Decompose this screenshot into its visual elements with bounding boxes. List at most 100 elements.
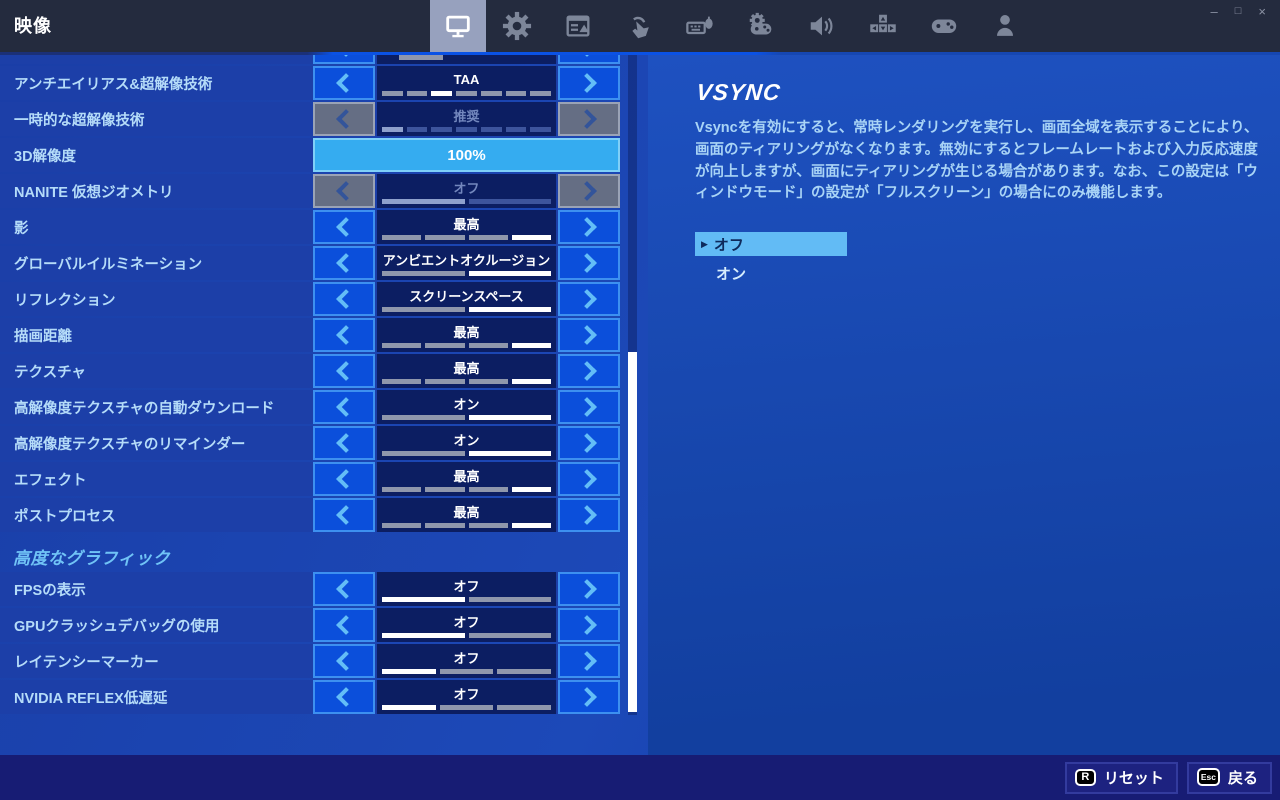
minimize-icon[interactable]: – [1211, 5, 1218, 18]
setting-value-box[interactable] [377, 55, 556, 64]
back-button[interactable]: Esc 戻る [1187, 762, 1272, 794]
chevron-right-icon [577, 181, 597, 201]
segment [456, 127, 477, 132]
increase-button[interactable] [558, 66, 620, 100]
tab-input[interactable] [852, 0, 913, 52]
increase-button[interactable] [558, 55, 620, 64]
close-icon[interactable]: × [1258, 5, 1266, 18]
tab-interface[interactable] [547, 0, 608, 52]
tab-game-settings[interactable] [486, 0, 547, 52]
setting-label: ポストプロセス [0, 498, 313, 532]
tab-controller[interactable] [913, 0, 974, 52]
maximize-icon[interactable]: □ [1235, 5, 1242, 18]
decrease-button[interactable] [313, 498, 375, 532]
increase-button[interactable] [558, 318, 620, 352]
decrease-button[interactable] [313, 462, 375, 496]
increase-button[interactable] [558, 608, 620, 642]
setting-row: 描画距離 最高 [0, 318, 620, 352]
increase-button[interactable] [558, 282, 620, 316]
vsync-option-selected[interactable]: ▶ オフ [695, 232, 847, 256]
setting-value-box[interactable]: 最高 [377, 318, 556, 352]
value-segments [382, 307, 551, 312]
segment [512, 523, 551, 528]
setting-value: オフ [377, 644, 556, 669]
decrease-button[interactable] [313, 282, 375, 316]
setting-value-box[interactable]: オン [377, 390, 556, 424]
setting-value-box[interactable]: オフ [377, 680, 556, 714]
increase-button[interactable] [558, 644, 620, 678]
segment [382, 451, 465, 456]
increase-button[interactable] [558, 390, 620, 424]
segment [481, 127, 502, 132]
segment [382, 235, 421, 240]
segment [425, 343, 464, 348]
setting-value-box[interactable]: 最高 [377, 498, 556, 532]
decrease-button[interactable] [313, 55, 375, 64]
setting-value-box[interactable]: TAA [377, 66, 556, 100]
decrease-button [313, 174, 375, 208]
setting-value: TAA [377, 66, 556, 91]
tab-account[interactable] [974, 0, 1035, 52]
setting-row: GPUクラッシュデバッグの使用 オフ [0, 608, 620, 642]
increase-button [558, 102, 620, 136]
setting-value-box[interactable]: スクリーンスペース [377, 282, 556, 316]
setting-value-box[interactable]: オン [377, 426, 556, 460]
reset-button[interactable]: R リセット [1065, 762, 1178, 794]
segment [382, 415, 465, 420]
setting-value-box[interactable]: 最高 [377, 210, 556, 244]
tab-keyboard-mouse[interactable] [669, 0, 730, 52]
chevron-right-icon [577, 579, 597, 599]
video-settings-screen: 映像 – □ × アンチエイリアス&超解像技術 TAA 一時的な超解像技術 推奨… [0, 0, 1280, 800]
increase-button[interactable] [558, 572, 620, 606]
chevron-left-icon [336, 433, 356, 453]
segment [469, 523, 508, 528]
chevron-left-icon [336, 397, 356, 417]
selected-marker-icon: ▶ [701, 239, 708, 250]
setting-value-box[interactable]: 最高 [377, 462, 556, 496]
tab-controller-options[interactable] [730, 0, 791, 52]
increase-button[interactable] [558, 354, 620, 388]
scrollbar-thumb[interactable] [628, 352, 637, 712]
increase-button[interactable] [558, 210, 620, 244]
increase-button[interactable] [558, 680, 620, 714]
decrease-button[interactable] [313, 680, 375, 714]
chevron-right-icon [577, 325, 597, 345]
setting-value-box[interactable]: オフ [377, 644, 556, 678]
decrease-button[interactable] [313, 210, 375, 244]
chevron-right-icon [577, 615, 597, 635]
segment [440, 669, 494, 674]
tab-video-display[interactable] [430, 0, 486, 52]
option-label: オン [716, 263, 746, 284]
setting-value-box[interactable]: オフ [377, 572, 556, 606]
value-segments [382, 487, 551, 492]
segment [425, 523, 464, 528]
setting-value-box[interactable]: アンビエントオクルージョン [377, 246, 556, 280]
setting-value: 最高 [377, 462, 556, 487]
segment [431, 91, 452, 96]
resolution-slider[interactable]: 100% [313, 138, 620, 172]
segment [512, 343, 551, 348]
increase-button[interactable] [558, 426, 620, 460]
segment [399, 55, 443, 60]
increase-button[interactable] [558, 462, 620, 496]
decrease-button[interactable] [313, 426, 375, 460]
setting-value-box[interactable]: 最高 [377, 354, 556, 388]
decrease-button[interactable] [313, 608, 375, 642]
option-label: オフ [714, 234, 744, 255]
decrease-button[interactable] [313, 390, 375, 424]
decrease-button[interactable] [313, 354, 375, 388]
vsync-option-unselected[interactable]: ▶オン [695, 261, 862, 285]
decrease-button[interactable] [313, 66, 375, 100]
value-segments [382, 343, 551, 348]
slider-value: 100% [447, 147, 485, 164]
decrease-button[interactable] [313, 318, 375, 352]
decrease-button[interactable] [313, 246, 375, 280]
setting-value-box[interactable]: オフ [377, 608, 556, 642]
tab-audio[interactable] [791, 0, 852, 52]
decrease-button[interactable] [313, 572, 375, 606]
tab-touch[interactable] [608, 0, 669, 52]
increase-button[interactable] [558, 498, 620, 532]
increase-button[interactable] [558, 246, 620, 280]
setting-label: 影 [0, 210, 313, 244]
decrease-button[interactable] [313, 644, 375, 678]
